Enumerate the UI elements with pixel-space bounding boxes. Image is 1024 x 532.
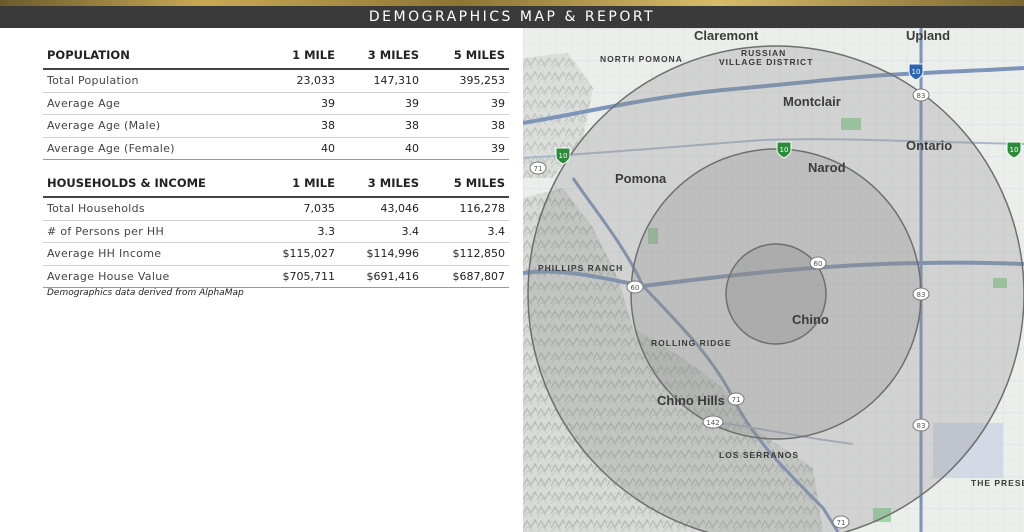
- cell-value: $114,996: [339, 242, 423, 266]
- row-label: Average House Value: [43, 265, 253, 288]
- cell-value: 40: [339, 137, 423, 160]
- route-marker-142: 142: [702, 415, 724, 429]
- map-label-chino-hills: Chino Hills: [657, 393, 725, 408]
- route-marker-71-north: 71: [529, 161, 547, 175]
- row-label: Average Age: [43, 92, 253, 115]
- cell-value: 3.4: [339, 220, 423, 243]
- col-1-mile: 1 MILE: [253, 42, 339, 70]
- col-5-miles: 5 MILES: [423, 170, 509, 198]
- cell-value: $115,027: [253, 242, 339, 266]
- map-label-phillips-ranch: PHILLIPS RANCH: [538, 263, 623, 273]
- map-canvas[interactable]: 10 10 10 10 83 83 83 71 71 71 60 60 142 …: [523, 28, 1024, 532]
- households-table: HOUSEHOLDS & INCOME 1 MILE 3 MILES 5 MIL…: [43, 170, 509, 288]
- col-5-miles: 5 MILES: [423, 42, 509, 70]
- cell-value: 38: [253, 114, 339, 138]
- map-label-chino: Chino: [792, 312, 829, 327]
- route-marker-83-north: 83: [912, 88, 930, 102]
- row-label: Average Age (Male): [43, 114, 253, 138]
- cell-value: 23,033: [253, 69, 339, 93]
- cell-value: $687,807: [423, 265, 509, 288]
- cell-value: 3.3: [253, 220, 339, 243]
- cell-value: $705,711: [253, 265, 339, 288]
- route-marker-71-mid: 71: [727, 392, 745, 406]
- households-heading: HOUSEHOLDS & INCOME: [43, 170, 253, 198]
- cell-value: 147,310: [339, 69, 423, 93]
- cell-value: 43,046: [339, 197, 423, 221]
- data-source-footnote: Demographics data derived from AlphaMap: [47, 288, 244, 298]
- route-label: 83: [917, 92, 926, 100]
- cell-value: 39: [423, 137, 509, 160]
- route-marker-60-west: 60: [626, 280, 644, 294]
- households-header-row: HOUSEHOLDS & INCOME 1 MILE 3 MILES 5 MIL…: [43, 170, 509, 198]
- cell-value: 7,035: [253, 197, 339, 221]
- col-3-miles: 3 MILES: [339, 170, 423, 198]
- cell-value: $691,416: [339, 265, 423, 288]
- table-row: Average Age (Female) 40 40 39: [43, 137, 509, 160]
- route-label: 71: [534, 165, 543, 173]
- demographics-map[interactable]: 10 10 10 10 83 83 83 71 71 71 60 60 142 …: [523, 28, 1024, 532]
- cell-value: 38: [423, 114, 509, 138]
- shield-label: 10: [559, 152, 568, 160]
- row-label: Average Age (Female): [43, 137, 253, 160]
- row-label: Average HH Income: [43, 242, 253, 266]
- population-table: POPULATION 1 MILE 3 MILES 5 MILES Total …: [43, 42, 509, 160]
- table-row: Total Households 7,035 43,046 116,278: [43, 197, 509, 221]
- table-row: Average Age (Male) 38 38 38: [43, 114, 509, 138]
- cell-value: 38: [339, 114, 423, 138]
- route-label: 83: [917, 291, 926, 299]
- table-row: Total Population 23,033 147,310 395,253: [43, 69, 509, 93]
- shield-label: 10: [780, 146, 789, 154]
- population-heading: POPULATION: [43, 42, 253, 70]
- map-label-claremont: Claremont: [694, 28, 759, 43]
- route-label: 71: [732, 396, 741, 404]
- col-3-miles: 3 MILES: [339, 42, 423, 70]
- row-label: # of Persons per HH: [43, 220, 253, 243]
- route-marker-83-south: 83: [912, 418, 930, 432]
- cell-value: 39: [253, 92, 339, 115]
- map-label-narod: Narod: [808, 160, 846, 175]
- page-title: DEMOGRAPHICS MAP & REPORT: [0, 6, 1024, 28]
- cell-value: 3.4: [423, 220, 509, 243]
- table-row: Average HH Income $115,027 $114,996 $112…: [43, 242, 509, 266]
- route-marker-60-east: 60: [809, 256, 827, 270]
- table-row: Average House Value $705,711 $691,416 $6…: [43, 265, 509, 288]
- map-label-north-pomona: NORTH POMONA: [600, 54, 683, 64]
- cell-value: 39: [423, 92, 509, 115]
- shield-label: 10: [912, 68, 921, 76]
- map-label-los-serranos: LOS SERRANOS: [719, 450, 799, 460]
- map-label-the-preserve: THE PRESE: [971, 478, 1024, 488]
- route-marker-83-mid: 83: [912, 287, 930, 301]
- table-row: # of Persons per HH 3.3 3.4 3.4: [43, 220, 509, 243]
- shield-label: 10: [1010, 146, 1019, 154]
- cell-value: 40: [253, 137, 339, 160]
- map-label-ontario: Ontario: [906, 138, 952, 153]
- route-label: 60: [814, 260, 823, 268]
- row-label: Total Households: [43, 197, 253, 221]
- cell-value: $112,850: [423, 242, 509, 266]
- cell-value: 395,253: [423, 69, 509, 93]
- table-row: Average Age 39 39 39: [43, 92, 509, 115]
- map-label-montclair: Montclair: [783, 94, 841, 109]
- cell-value: 116,278: [423, 197, 509, 221]
- route-label: 60: [631, 284, 640, 292]
- route-label: 83: [917, 422, 926, 430]
- map-label-upland: Upland: [906, 28, 950, 43]
- population-header-row: POPULATION 1 MILE 3 MILES 5 MILES: [43, 42, 509, 70]
- route-label: 142: [706, 419, 719, 427]
- map-label-pomona: Pomona: [615, 171, 667, 186]
- map-label-village-district: VILLAGE DISTRICT: [719, 57, 813, 67]
- cell-value: 39: [339, 92, 423, 115]
- row-label: Total Population: [43, 69, 253, 93]
- radius-1-mile[interactable]: [725, 243, 827, 345]
- col-1-mile: 1 MILE: [253, 170, 339, 198]
- route-label: 71: [837, 519, 846, 527]
- route-marker-71-south: 71: [832, 515, 850, 529]
- map-label-rolling-ridge: ROLLING RIDGE: [651, 338, 732, 348]
- report-panel: POPULATION 1 MILE 3 MILES 5 MILES Total …: [0, 28, 523, 532]
